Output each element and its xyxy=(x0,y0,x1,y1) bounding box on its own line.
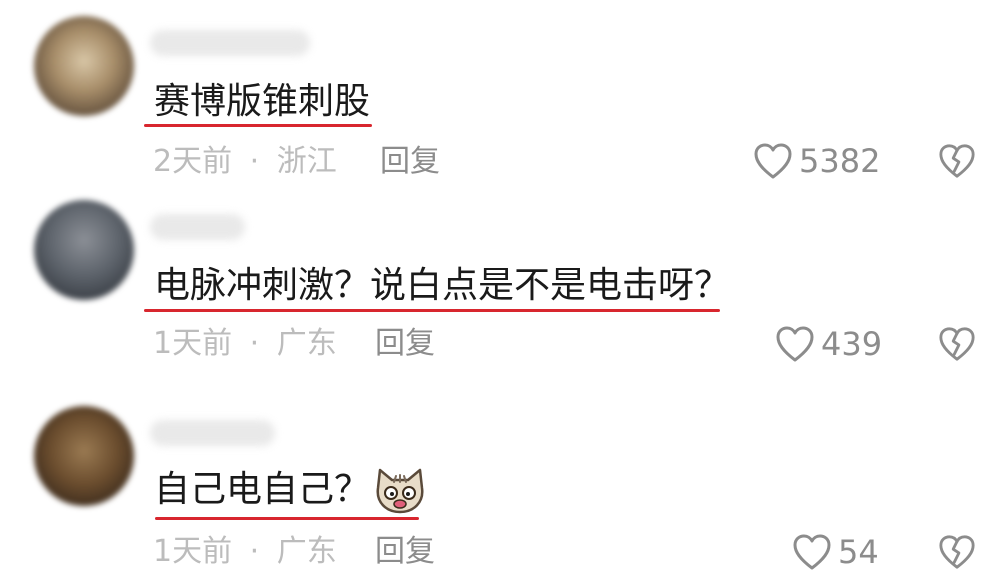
username-blurred[interactable] xyxy=(150,30,310,56)
like-button[interactable]: 54 xyxy=(792,532,879,572)
reply-button[interactable]: 回复 xyxy=(375,324,435,364)
like-count: 439 xyxy=(821,325,883,363)
avatar[interactable] xyxy=(34,406,134,506)
broken-heart-icon[interactable] xyxy=(938,142,976,184)
cat-face-emoji xyxy=(376,468,424,514)
reply-button[interactable]: 回复 xyxy=(375,532,435,572)
reply-button[interactable]: 回复 xyxy=(380,142,440,182)
comment-time: 1天前 xyxy=(153,326,233,361)
comment-text: 赛博版锥刺股 xyxy=(154,81,371,122)
comment-time: 2天前 xyxy=(153,144,233,179)
meta-separator: · xyxy=(249,144,260,179)
comment-meta: 2天前 · 浙江 xyxy=(153,142,337,182)
username-blurred[interactable] xyxy=(150,420,275,446)
like-count: 5382 xyxy=(799,142,881,180)
like-count: 54 xyxy=(838,533,879,571)
meta-separator: · xyxy=(249,326,260,361)
comment-text: 电脉冲刺激？说白点是不是电击呀？ xyxy=(154,265,731,306)
comment-location: 广东 xyxy=(276,534,337,569)
like-button[interactable]: 5382 xyxy=(753,141,880,181)
broken-heart-icon[interactable] xyxy=(938,533,976,575)
meta-separator: · xyxy=(249,534,260,569)
comment-item-3: 自己电自己？ 1天前 · 广东 回复 54 xyxy=(0,390,1000,587)
like-button[interactable]: 439 xyxy=(775,324,882,364)
heart-outline-icon xyxy=(753,142,793,180)
broken-heart-icon[interactable] xyxy=(938,325,976,367)
comment-underline xyxy=(155,517,419,520)
comment-time: 1天前 xyxy=(153,534,233,569)
heart-outline-icon xyxy=(775,325,815,363)
heart-outline-icon xyxy=(792,533,832,571)
comment-text: 自己电自己？ xyxy=(154,469,371,510)
comment-meta: 1天前 · 广东 xyxy=(153,532,337,572)
avatar[interactable] xyxy=(34,16,134,116)
comment-underline xyxy=(144,124,372,127)
username-blurred[interactable] xyxy=(150,214,245,240)
comment-item-1: 赛博版锥刺股 2天前 · 浙江 回复 5382 xyxy=(0,0,1000,190)
avatar[interactable] xyxy=(34,200,134,300)
comment-underline xyxy=(144,309,720,312)
comment-location: 广东 xyxy=(276,326,337,361)
comment-meta: 1天前 · 广东 xyxy=(153,324,337,364)
comment-item-2: 电脉冲刺激？说白点是不是电击呀？ 1天前 · 广东 回复 439 xyxy=(0,190,1000,390)
comment-location: 浙江 xyxy=(276,144,337,179)
